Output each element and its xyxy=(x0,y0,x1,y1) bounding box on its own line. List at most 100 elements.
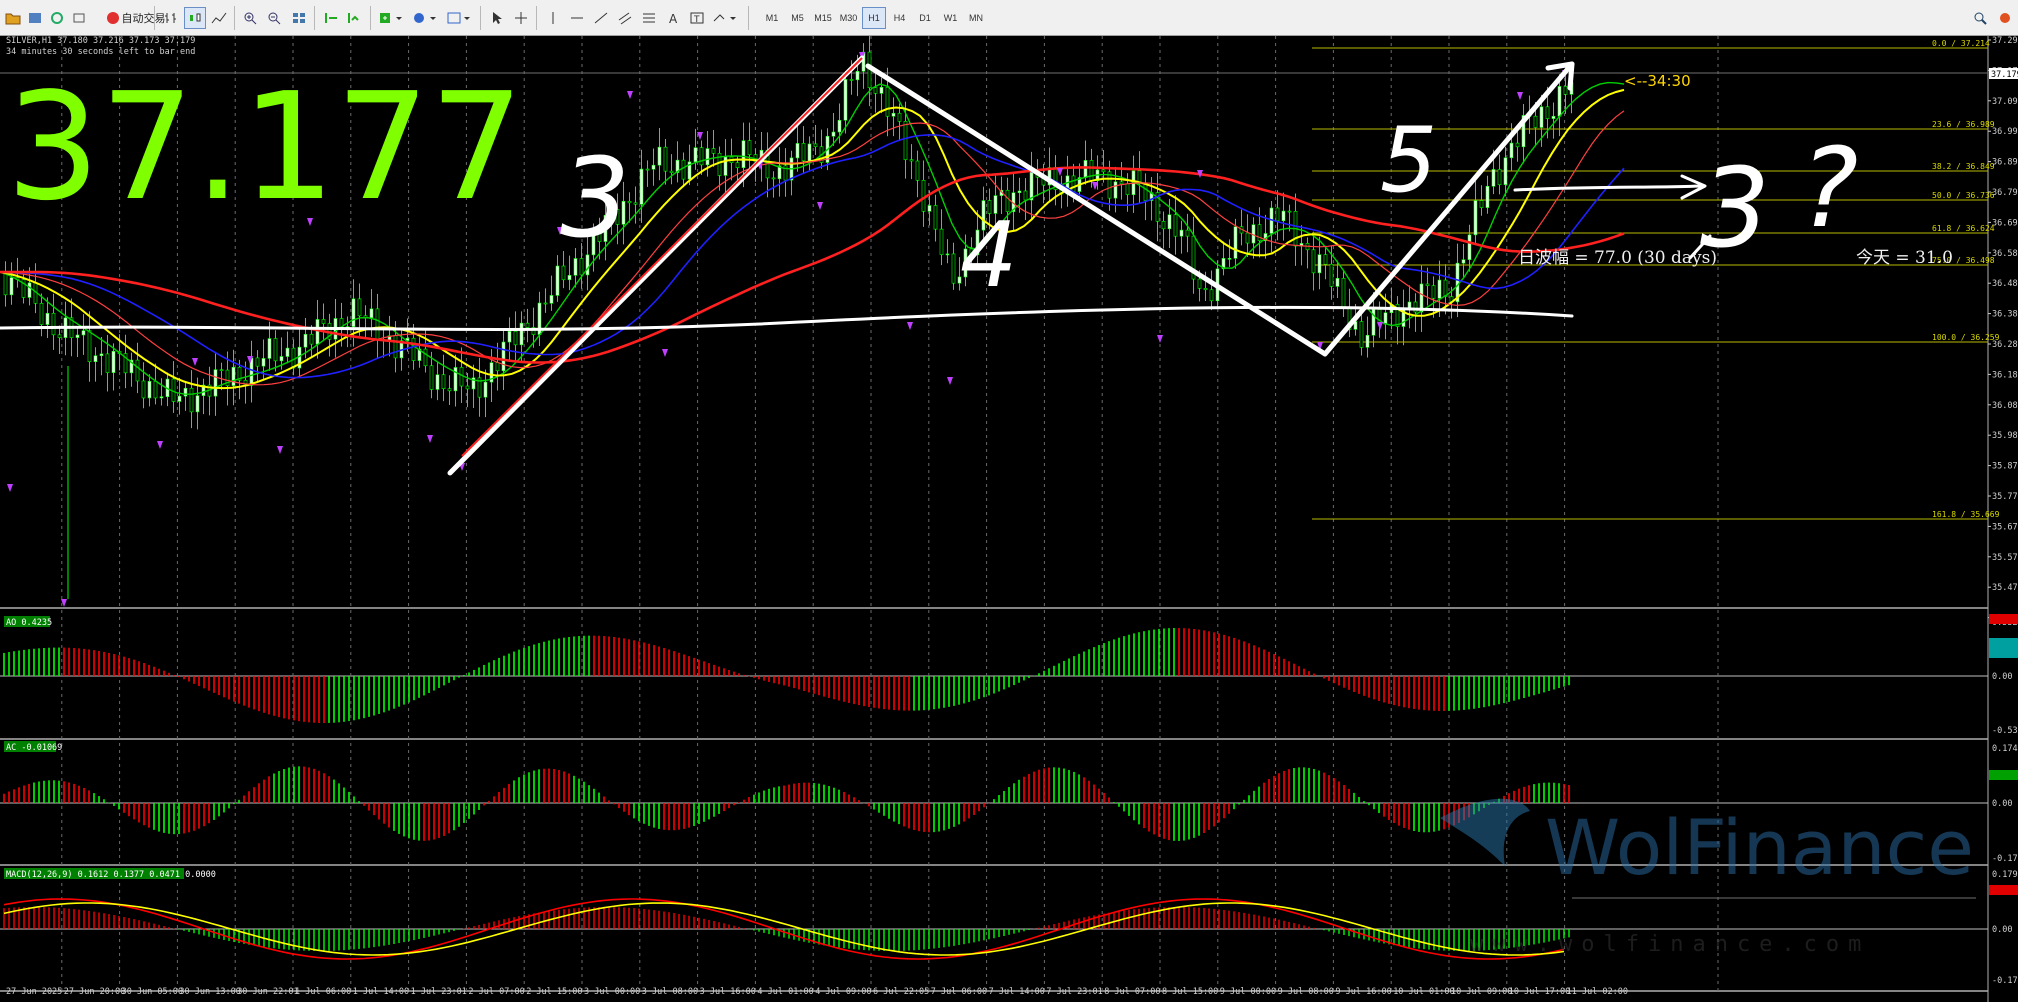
candle-body xyxy=(1071,175,1076,192)
text-label-icon[interactable]: T xyxy=(686,7,708,29)
community-icon[interactable] xyxy=(1994,7,2016,29)
candle-body xyxy=(903,121,908,160)
candle-body xyxy=(1281,210,1286,222)
candle-body xyxy=(849,79,854,81)
horizontal-line-icon[interactable] xyxy=(566,7,588,29)
candle-body xyxy=(801,143,806,162)
auto-trading-icon xyxy=(106,12,119,24)
line-chart-icon[interactable] xyxy=(208,7,230,29)
candle-body xyxy=(507,330,512,343)
candle-body xyxy=(369,308,374,319)
profile-icon[interactable] xyxy=(24,7,46,29)
navigator-icon[interactable] xyxy=(68,7,90,29)
indicators-icon[interactable] xyxy=(376,7,406,29)
ac-value-tag xyxy=(1989,770,2018,780)
fractal-marker xyxy=(192,358,198,366)
candle-body xyxy=(1107,171,1112,199)
candle-body xyxy=(1545,106,1550,119)
time-axis: 27 Jun 2025 27 Jun 20:0030 Jun 05:0030 Ju… xyxy=(6,987,1628,997)
toolbar-separator xyxy=(314,6,315,30)
candle-body xyxy=(219,369,224,371)
timeframe-m1[interactable]: M1 xyxy=(760,7,784,29)
candle-body xyxy=(153,380,158,399)
candle-body xyxy=(1203,288,1208,291)
candle-body xyxy=(663,146,668,172)
ac-scale-label: 0.00 xyxy=(1992,799,2012,809)
fractal-marker xyxy=(157,441,163,449)
search-icon[interactable] xyxy=(1970,7,1992,29)
tile-windows-icon[interactable] xyxy=(288,7,310,29)
timeframe-d1[interactable]: D1 xyxy=(913,7,937,29)
candle-body xyxy=(303,333,308,348)
candle-body xyxy=(1245,232,1250,244)
timeframe-h4[interactable]: H4 xyxy=(888,7,912,29)
arrows-icon[interactable] xyxy=(710,7,740,29)
candle-body xyxy=(771,177,776,180)
fibonacci-icon[interactable] xyxy=(638,7,660,29)
candlestick-chart-icon[interactable] xyxy=(184,7,206,29)
candle-body xyxy=(315,319,320,345)
timeframe-h1[interactable]: H1 xyxy=(862,7,886,29)
candle-body xyxy=(807,143,812,162)
channel-icon[interactable] xyxy=(614,7,636,29)
periods-icon[interactable] xyxy=(410,7,440,29)
candle-body xyxy=(279,356,284,362)
zoom-out-icon[interactable] xyxy=(264,7,286,29)
candle-body xyxy=(1485,185,1490,208)
timeframe-w1[interactable]: W1 xyxy=(939,7,963,29)
templates-icon[interactable] xyxy=(444,7,474,29)
time-axis-label: 9 Jul 00:00 xyxy=(1220,987,1276,997)
candle-body xyxy=(111,350,116,373)
candle-body xyxy=(1317,254,1322,274)
candle-body xyxy=(195,395,200,413)
timeframe-m15[interactable]: M15 xyxy=(811,7,835,29)
candle-body xyxy=(459,367,464,387)
timeframe-m5[interactable]: M5 xyxy=(786,7,810,29)
fractal-marker xyxy=(817,202,823,210)
market-watch-icon[interactable] xyxy=(46,7,68,29)
text-tool-icon[interactable]: A xyxy=(662,7,684,29)
candle-body xyxy=(183,387,188,397)
vertical-line-icon[interactable] xyxy=(542,7,564,29)
trendline-icon[interactable] xyxy=(590,7,612,29)
bar-countdown-marker: <--34:30 xyxy=(1624,72,1691,90)
candle-body xyxy=(135,359,140,382)
candle-body xyxy=(189,387,194,413)
candle-body xyxy=(1557,86,1562,117)
macd-scale-label: 0.00 xyxy=(1992,925,2012,935)
svg-text:T: T xyxy=(693,15,700,25)
bar-chart-icon[interactable] xyxy=(160,7,182,29)
zoom-in-icon[interactable] xyxy=(240,7,262,29)
candle-body xyxy=(411,337,416,361)
open-folder-icon[interactable] xyxy=(2,7,24,29)
price-scale-label: 36.690 xyxy=(1992,218,2018,228)
candle-body xyxy=(1233,226,1238,259)
candle-body xyxy=(1461,259,1466,264)
candle-body xyxy=(57,334,62,338)
timeframe-m30[interactable]: M30 xyxy=(837,7,861,29)
candle-body xyxy=(525,322,530,328)
candle-body xyxy=(1113,181,1118,199)
chart-area[interactable]: 0.0 / 37.21423.6 / 36.98938.2 / 36.84950… xyxy=(0,36,2018,1002)
candle-body xyxy=(429,365,434,390)
time-axis-label: 8 Jul 07:00 xyxy=(1104,987,1160,997)
timeframe-mn[interactable]: MN xyxy=(964,7,988,29)
chart-shift-icon[interactable] xyxy=(320,7,342,29)
candle-body xyxy=(741,140,746,168)
cursor-icon[interactable] xyxy=(486,7,508,29)
bar-countdown: 34 minutes 30 seconds left to bar end xyxy=(6,47,195,57)
candle-body xyxy=(1467,234,1472,260)
candle-body xyxy=(705,148,710,166)
time-axis-label: 9 Jul 08:00 xyxy=(1278,987,1334,997)
candle-body xyxy=(39,302,44,325)
candle-body xyxy=(1383,312,1388,325)
autoscroll-icon[interactable] xyxy=(344,7,366,29)
time-axis-label: 7 Jul 23:01 xyxy=(1046,987,1102,997)
candle-body xyxy=(1083,160,1088,178)
candle-body xyxy=(1161,221,1166,230)
candle-body xyxy=(1365,334,1370,348)
crosshair-icon[interactable] xyxy=(510,7,532,29)
time-axis-label: 7 Jul 06:00 xyxy=(931,987,987,997)
price-scale-label: 35.470 xyxy=(1992,583,2018,593)
candle-body xyxy=(1329,263,1334,287)
